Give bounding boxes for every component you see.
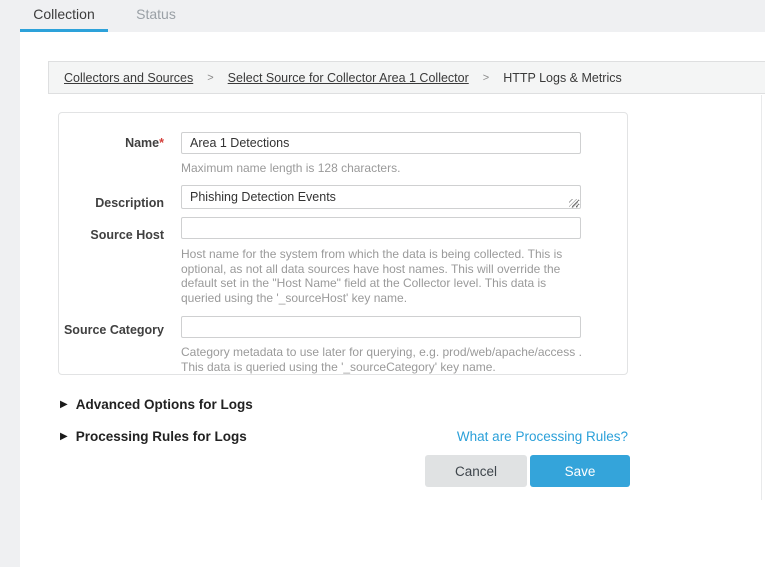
left-gutter xyxy=(0,32,20,567)
processing-rules-label: Processing Rules for Logs xyxy=(76,429,247,444)
breadcrumb: Collectors and Sources > Select Source f… xyxy=(48,61,765,94)
source-host-help-text: Host name for the system from which the … xyxy=(181,247,589,305)
breadcrumb-select-source[interactable]: Select Source for Collector Area 1 Colle… xyxy=(228,71,469,85)
source-host-label: Source Host xyxy=(59,228,164,242)
expander-triangle-icon: ▶ xyxy=(60,431,68,442)
breadcrumb-collectors-and-sources[interactable]: Collectors and Sources xyxy=(64,71,193,85)
name-help-text: Maximum name length is 128 characters. xyxy=(181,161,589,176)
required-asterisk: * xyxy=(159,136,164,150)
description-input[interactable]: Phishing Detection Events xyxy=(181,185,581,209)
source-host-input[interactable] xyxy=(181,217,581,239)
what-are-processing-rules-link[interactable]: What are Processing Rules? xyxy=(452,429,628,444)
advanced-options-section-toggle[interactable]: ▶ Advanced Options for Logs xyxy=(60,397,253,412)
expander-triangle-icon: ▶ xyxy=(60,399,68,410)
right-panel-divider xyxy=(761,95,762,500)
breadcrumb-separator-icon: > xyxy=(207,72,213,84)
source-category-help-text: Category metadata to use later for query… xyxy=(181,345,589,374)
tab-collection[interactable]: Collection xyxy=(20,0,108,29)
source-category-input[interactable] xyxy=(181,316,581,338)
active-tab-underline xyxy=(20,29,108,32)
breadcrumb-separator-icon: > xyxy=(483,72,489,84)
save-button[interactable]: Save xyxy=(530,455,630,487)
name-label: Name* xyxy=(59,136,164,150)
description-label: Description xyxy=(59,196,164,210)
breadcrumb-current-page: HTTP Logs & Metrics xyxy=(503,71,622,85)
processing-rules-section-toggle[interactable]: ▶ Processing Rules for Logs xyxy=(60,429,247,444)
name-input[interactable] xyxy=(181,132,581,154)
tab-status[interactable]: Status xyxy=(120,0,192,29)
source-config-page: Collection Status Collectors and Sources… xyxy=(0,0,765,567)
advanced-options-label: Advanced Options for Logs xyxy=(76,397,253,412)
tab-bar xyxy=(0,0,765,32)
source-category-label: Source Category xyxy=(59,323,164,337)
cancel-button[interactable]: Cancel xyxy=(425,455,527,487)
source-form-card: Name* Maximum name length is 128 charact… xyxy=(58,112,628,375)
